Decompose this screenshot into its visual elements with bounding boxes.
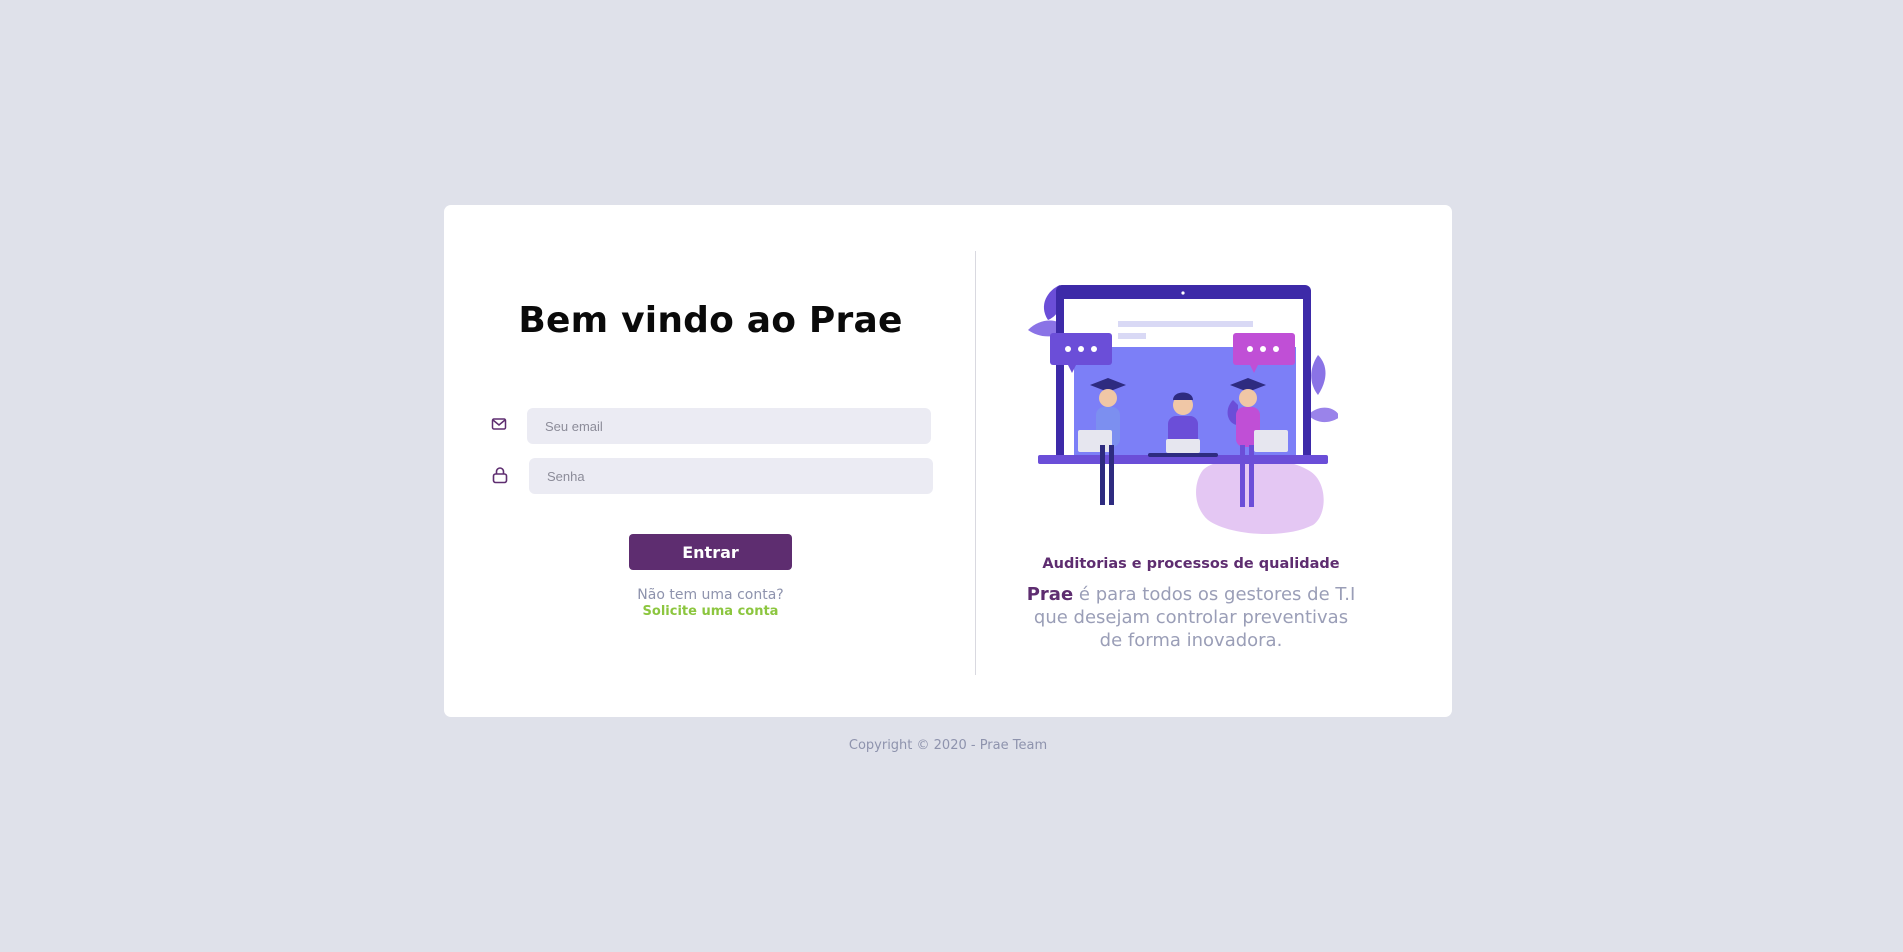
page-title: Bem vindo ao Prae (518, 300, 903, 341)
login-panel: Bem vindo ao Prae Entrar Não tem uma con… (444, 205, 974, 717)
signup-link[interactable]: Solicite uma conta (444, 604, 977, 619)
description: Prae é para todos os gestores de T.I que… (976, 583, 1406, 652)
password-row (491, 458, 933, 494)
promo-panel: Auditorias e processos de qualidade Prae… (976, 205, 1452, 717)
description-line-1: é para todos os gestores de T.I (1073, 584, 1356, 605)
submit-button[interactable]: Entrar (629, 534, 792, 570)
email-field[interactable] (527, 408, 931, 444)
description-line-3: de forma inovadora. (1099, 630, 1283, 651)
lock-icon (491, 466, 509, 484)
copyright-footer: Copyright © 2020 - Prae Team (848, 738, 1048, 753)
description-line-2: que desejam controlar preventivas (1033, 607, 1349, 628)
tagline: Auditorias e processos de qualidade (1042, 556, 1340, 572)
mail-icon (491, 416, 509, 434)
login-card: Bem vindo ao Prae Entrar Não tem uma con… (444, 205, 1452, 717)
password-field[interactable] (529, 458, 933, 494)
brand-name: Prae (1026, 584, 1074, 605)
email-row (491, 408, 931, 444)
online-learning-illustration (1028, 285, 1338, 535)
signup-question: Não tem uma conta? (637, 587, 784, 603)
